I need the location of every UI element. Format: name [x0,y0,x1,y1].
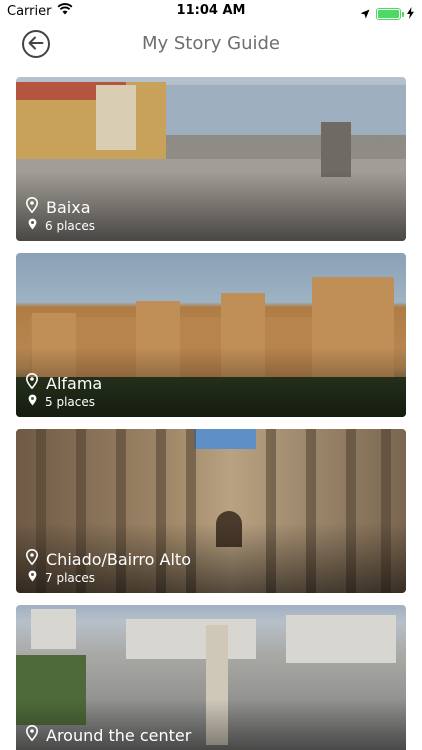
location-pin-icon [25,372,39,393]
navigation-bar: My Story Guide [0,22,422,66]
card-places-count: 5 places [45,394,95,409]
page-title: My Story Guide [141,33,281,54]
card-places-row: 5 places [28,394,95,409]
card-places-row: 6 places [28,218,95,233]
card-title: Alfama [46,373,103,393]
card-title-row: Around the center [25,724,192,745]
status-time: 11:04 AM [176,3,246,18]
location-pin-icon [25,196,39,217]
card-places-count: 7 places [45,570,95,585]
neighborhood-list: Baixa 6 places Alfama 5 places Chiado/Ba… [16,77,406,750]
battery-icon [376,7,404,20]
location-pin-icon [25,724,39,745]
charging-bolt-icon [407,4,414,23]
card-title-row: Alfama [25,372,103,393]
card-around-the-center[interactable]: Around the center [16,605,406,750]
card-title: Baixa [46,197,91,217]
status-bar: Carrier 11:04 AM [0,0,422,22]
card-title-row: Chiado/Bairro Alto [25,548,191,569]
card-alfama[interactable]: Alfama 5 places [16,253,406,417]
card-chiado-bairro-alto[interactable]: Chiado/Bairro Alto 7 places [16,429,406,593]
location-pin-icon [25,548,39,569]
location-arrow-icon [360,4,370,23]
card-baixa[interactable]: Baixa 6 places [16,77,406,241]
card-places-row: 7 places [28,570,95,585]
status-right [360,4,414,23]
card-title: Chiado/Bairro Alto [46,549,191,569]
card-title: Around the center [46,725,192,745]
location-pin-icon [28,218,37,233]
card-title-row: Baixa [25,196,91,217]
card-places-count: 6 places [45,218,95,233]
location-pin-icon [28,394,37,409]
location-pin-icon [28,570,37,585]
